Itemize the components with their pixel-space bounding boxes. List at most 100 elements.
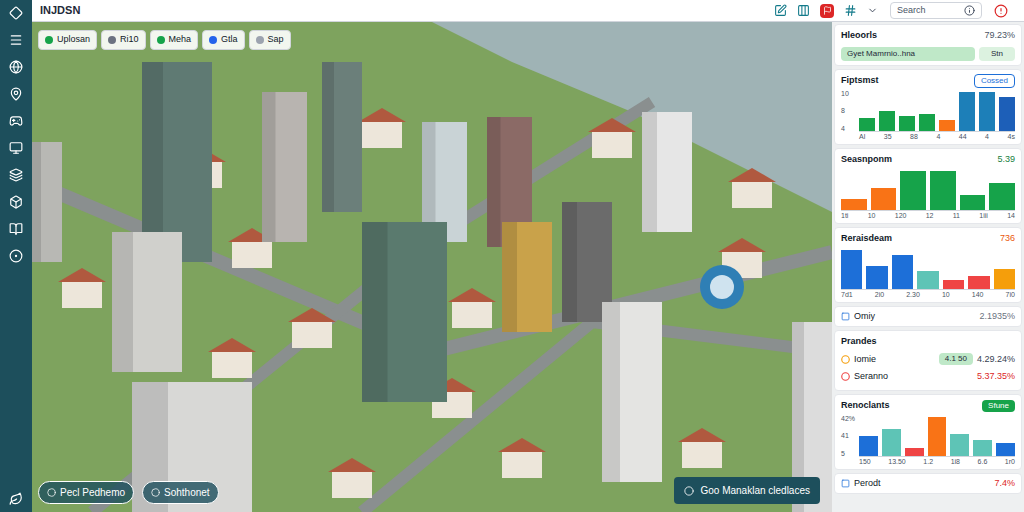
bars: [859, 90, 1015, 132]
summary-tag[interactable]: Stn: [979, 47, 1015, 61]
city-view[interactable]: [32, 22, 832, 512]
view-chip[interactable]: Sap: [249, 30, 291, 50]
chart-bar: [928, 417, 947, 456]
chart-bar: [859, 436, 878, 456]
x-axis: 1ti1012012111iii14: [841, 211, 1015, 221]
chip-mark: [45, 36, 53, 44]
chart-bar: [879, 111, 895, 131]
sidebar-icon[interactable]: [9, 195, 23, 209]
item-label: Iomie: [854, 353, 876, 367]
chart-bar: [950, 434, 969, 455]
chart-card: Reraisdeam7367d12i02.30101407i0: [834, 227, 1022, 303]
chart-card: Fiptsmst Cossed 1084 Al358844444s: [834, 69, 1022, 145]
chart-bar: [973, 440, 992, 456]
chart-bar: [930, 171, 956, 210]
chart-bar: [892, 255, 913, 289]
flag-button[interactable]: [820, 4, 834, 18]
sidebar-icon[interactable]: [9, 222, 23, 236]
chart-title: Fiptsmst: [841, 74, 879, 88]
stat-value: 2.1935%: [979, 310, 1015, 324]
dot-icon: [841, 355, 850, 364]
chart-bar: [939, 120, 955, 130]
chip-mark: [209, 36, 217, 44]
stats-panel: Hleoorls 79.23% Gyet Mamrnio..hna Stn Fiptsm…: [832, 22, 1024, 512]
chart-bar: [959, 92, 975, 131]
stat-row[interactable]: Omiy 2.1935%: [834, 306, 1022, 328]
list-title: Prandes: [841, 335, 1015, 349]
hash-icon[interactable]: [844, 4, 857, 17]
chart-bar: [905, 448, 924, 455]
edit-icon[interactable]: [774, 4, 787, 17]
app-title: INJDSN: [40, 2, 80, 19]
chart-bar: [919, 114, 935, 131]
logo-icon[interactable]: [9, 6, 23, 20]
circle-icon: [47, 488, 56, 497]
sidebar-icon[interactable]: [9, 87, 23, 101]
alert-icon[interactable]: [994, 4, 1008, 18]
item-badge: 4.1 50: [939, 353, 973, 365]
chevron-icon[interactable]: [867, 5, 878, 16]
x-axis: Al358844444s: [859, 132, 1015, 142]
chart-bar: [859, 118, 875, 131]
sidebar-icon[interactable]: [9, 33, 23, 47]
chip-mark: [108, 36, 116, 44]
y-axis: 1084: [841, 90, 855, 132]
summary-card: Hleoorls 79.23% Gyet Mamrnio..hna Stn: [834, 24, 1022, 66]
square-icon: [841, 479, 850, 488]
chart-bar: [943, 280, 964, 288]
view-chip[interactable]: Ri10: [101, 30, 146, 50]
view-chip[interactable]: Uplosan: [38, 30, 97, 50]
sidebar-icon[interactable]: [9, 168, 23, 182]
chart-bar: [979, 92, 995, 131]
chart-bar: [871, 188, 897, 209]
action-button[interactable]: Goo Manaklan cledlaces: [674, 477, 820, 504]
sidebar-icon[interactable]: [9, 141, 23, 155]
view-chip[interactable]: Gtla: [202, 30, 245, 50]
stat-label: Perodt: [854, 477, 881, 491]
info-icon[interactable]: [964, 5, 975, 16]
chart-bar: [968, 276, 989, 289]
list-card: Prandes Iomie 4.1 50 4.29.24%Seranno5.37.35…: [834, 330, 1022, 391]
circle-icon: [151, 488, 160, 497]
item-label: Seranno: [854, 370, 888, 384]
bars: [859, 415, 1015, 457]
flag-icon: [823, 6, 832, 15]
summary-title: Hleoorls: [841, 29, 877, 43]
chart-bar: [999, 97, 1015, 131]
chart-bar: [989, 183, 1015, 210]
sidebar-icon[interactable]: [9, 60, 23, 74]
list-item[interactable]: Iomie 4.1 50 4.29.24%: [841, 351, 1015, 369]
chart-title: Renoclants: [841, 399, 890, 413]
view-chip[interactable]: Meha: [150, 30, 199, 50]
chart-badge[interactable]: Sfune: [982, 400, 1015, 412]
square-icon: [841, 312, 850, 321]
x-axis: 15013.501.21i86.61r0: [859, 457, 1015, 467]
leaf-icon[interactable]: [9, 492, 23, 506]
map-view: UplosanRi10MehaGtlaSap Pecl Pedhemo Sohtho…: [32, 22, 832, 512]
chart-bar: [994, 269, 1015, 289]
chart-bar: [917, 271, 938, 289]
search-field[interactable]: Search: [890, 2, 982, 19]
list-item[interactable]: Seranno5.37.35%: [841, 368, 1015, 386]
sidebar-icon[interactable]: [9, 249, 23, 263]
chart-title: Seasnponm: [841, 153, 892, 167]
y-axis: 42%415: [841, 415, 855, 457]
stat-row[interactable]: Perodt7.4%: [834, 473, 1022, 495]
view-chips: UplosanRi10MehaGtlaSap: [38, 30, 291, 50]
chart-bar: [899, 116, 915, 131]
summary-row[interactable]: Gyet Mamrnio..hna: [841, 47, 975, 61]
columns-icon[interactable]: [797, 4, 810, 17]
sidebar-icon[interactable]: [9, 114, 23, 128]
stat-label: Omiy: [854, 310, 875, 324]
chart-badge[interactable]: Cossed: [974, 74, 1015, 88]
view-button[interactable]: Sohthonet: [142, 481, 219, 504]
summary-value: 79.23%: [984, 29, 1015, 43]
bars: [841, 248, 1015, 290]
chart-bar: [996, 443, 1015, 456]
chart-bar: [866, 266, 887, 289]
item-value: 4.29.24%: [977, 353, 1015, 367]
chart-bar: [882, 429, 901, 456]
chart-bar: [841, 250, 862, 289]
view-button[interactable]: Pecl Pedhemo: [38, 481, 134, 504]
chart-card: Seasnponm5.391ti1012012111iii14: [834, 148, 1022, 224]
